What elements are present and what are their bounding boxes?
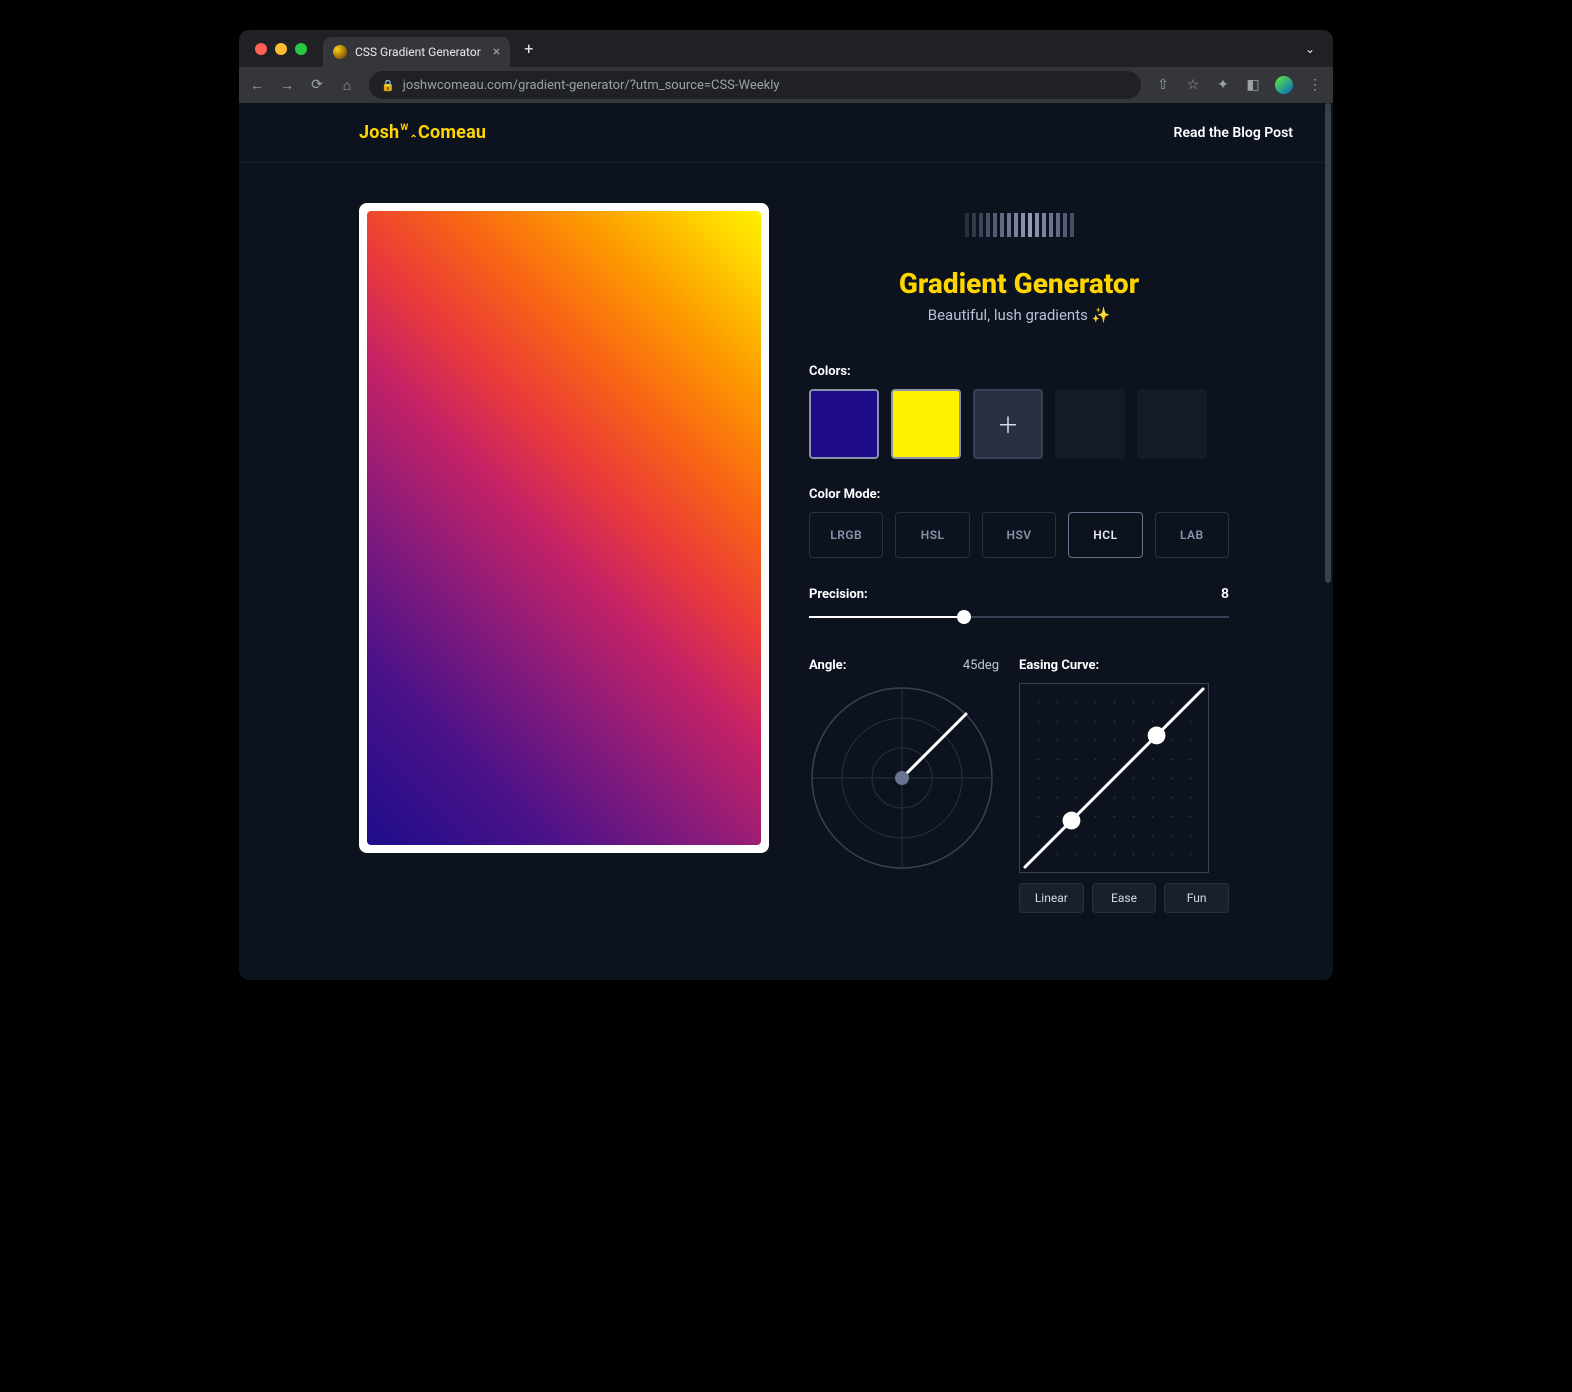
browser-toolbar: ← → ⟳ ⌂ 🔒 joshwcomeau.com/gradient-gener… — [239, 67, 1333, 103]
mode-hsl[interactable]: HSL — [895, 512, 969, 558]
color-swatch-empty-2 — [1137, 389, 1207, 459]
angle-label: Angle: — [809, 658, 846, 673]
plus-icon: ＋ — [997, 408, 1019, 440]
page: JoshW⌃Comeau Read the Blog Post Gradient… — [239, 103, 1333, 980]
precision-value: 8 — [1221, 586, 1229, 602]
minimize-window-button[interactable] — [275, 43, 287, 55]
address-bar[interactable]: 🔒 joshwcomeau.com/gradient-generator/?ut… — [369, 71, 1141, 99]
close-window-button[interactable] — [255, 43, 267, 55]
site-header: JoshW⌃Comeau Read the Blog Post — [239, 103, 1333, 163]
angle-value: 45deg — [963, 658, 999, 673]
add-color-button[interactable]: ＋ — [973, 389, 1043, 459]
color-swatch-row: ＋ — [809, 389, 1229, 459]
easing-preset-ease[interactable]: Ease — [1092, 883, 1157, 913]
controls-column: Gradient Generator Beautiful, lush gradi… — [809, 203, 1229, 913]
color-swatch-2[interactable] — [891, 389, 961, 459]
decorative-bars-icon — [809, 213, 1229, 237]
chevron-down-icon[interactable]: ⌄ — [1295, 42, 1325, 56]
maximize-window-button[interactable] — [295, 43, 307, 55]
close-tab-icon[interactable]: × — [493, 44, 500, 60]
site-logo[interactable]: JoshW⌃Comeau — [359, 122, 486, 143]
logo-first: Josh — [359, 122, 399, 143]
easing-preset-fun[interactable]: Fun — [1164, 883, 1229, 913]
colors-label: Colors: — [809, 364, 1229, 379]
logo-w: W — [400, 123, 408, 133]
easing-handle-2 — [1148, 727, 1166, 745]
precision-slider[interactable] — [809, 616, 1229, 618]
easing-curve-editor[interactable] — [1019, 683, 1209, 873]
mode-hsv[interactable]: HSV — [982, 512, 1056, 558]
new-tab-button[interactable]: + — [518, 39, 539, 58]
color-swatch-1[interactable] — [809, 389, 879, 459]
url-text: joshwcomeau.com/gradient-generator/?utm_… — [403, 78, 780, 93]
panel-icon[interactable]: ◧ — [1245, 77, 1261, 93]
logo-last: Comeau — [418, 122, 486, 143]
lock-icon: 🔒 — [381, 79, 395, 92]
mode-hcl[interactable]: HCL — [1068, 512, 1142, 558]
mode-lrgb[interactable]: LRGB — [809, 512, 883, 558]
precision-slider-fill — [809, 616, 964, 618]
menu-icon[interactable]: ⋮ — [1307, 77, 1323, 93]
mode-lab[interactable]: LAB — [1155, 512, 1229, 558]
precision-label: Precision: — [809, 587, 868, 602]
browser-tab[interactable]: CSS Gradient Generator × — [323, 37, 510, 67]
browser-tab-strip: CSS Gradient Generator × + ⌄ — [239, 30, 1333, 67]
bookmark-icon[interactable]: ☆ — [1185, 77, 1201, 93]
profile-avatar[interactable] — [1275, 76, 1293, 94]
color-mode-row: LRGB HSL HSV HCL LAB — [809, 512, 1229, 558]
forward-icon[interactable]: → — [279, 77, 295, 94]
home-icon[interactable]: ⌂ — [339, 77, 355, 94]
easing-presets: Linear Ease Fun — [1019, 883, 1229, 913]
favicon-icon — [333, 45, 347, 59]
easing-label: Easing Curve: — [1019, 658, 1229, 673]
scrollbar[interactable] — [1323, 103, 1333, 980]
reload-icon[interactable]: ⟳ — [309, 77, 325, 93]
color-swatch-empty-1 — [1055, 389, 1125, 459]
window-controls — [255, 43, 307, 55]
precision-slider-thumb[interactable] — [957, 610, 971, 624]
gradient-preview — [367, 211, 761, 845]
browser-window: CSS Gradient Generator × + ⌄ ← → ⟳ ⌂ 🔒 j… — [239, 30, 1333, 980]
gradient-preview-frame — [359, 203, 769, 853]
tab-title: CSS Gradient Generator — [355, 45, 481, 59]
scrollbar-thumb[interactable] — [1325, 103, 1331, 583]
extensions-icon[interactable]: ✦ — [1215, 77, 1231, 93]
share-icon[interactable]: ⇧ — [1155, 77, 1171, 93]
app-subtitle: Beautiful, lush gradients ✨ — [809, 306, 1229, 324]
app-title: Gradient Generator — [809, 267, 1229, 300]
caret-icon: ⌃ — [409, 134, 418, 145]
easing-preset-linear[interactable]: Linear — [1019, 883, 1084, 913]
color-mode-label: Color Mode: — [809, 487, 1229, 502]
read-blog-link[interactable]: Read the Blog Post — [1174, 125, 1293, 141]
angle-dial[interactable] — [809, 685, 995, 871]
easing-handle-1 — [1063, 812, 1081, 830]
back-icon[interactable]: ← — [249, 77, 265, 94]
main: Gradient Generator Beautiful, lush gradi… — [239, 163, 1333, 953]
